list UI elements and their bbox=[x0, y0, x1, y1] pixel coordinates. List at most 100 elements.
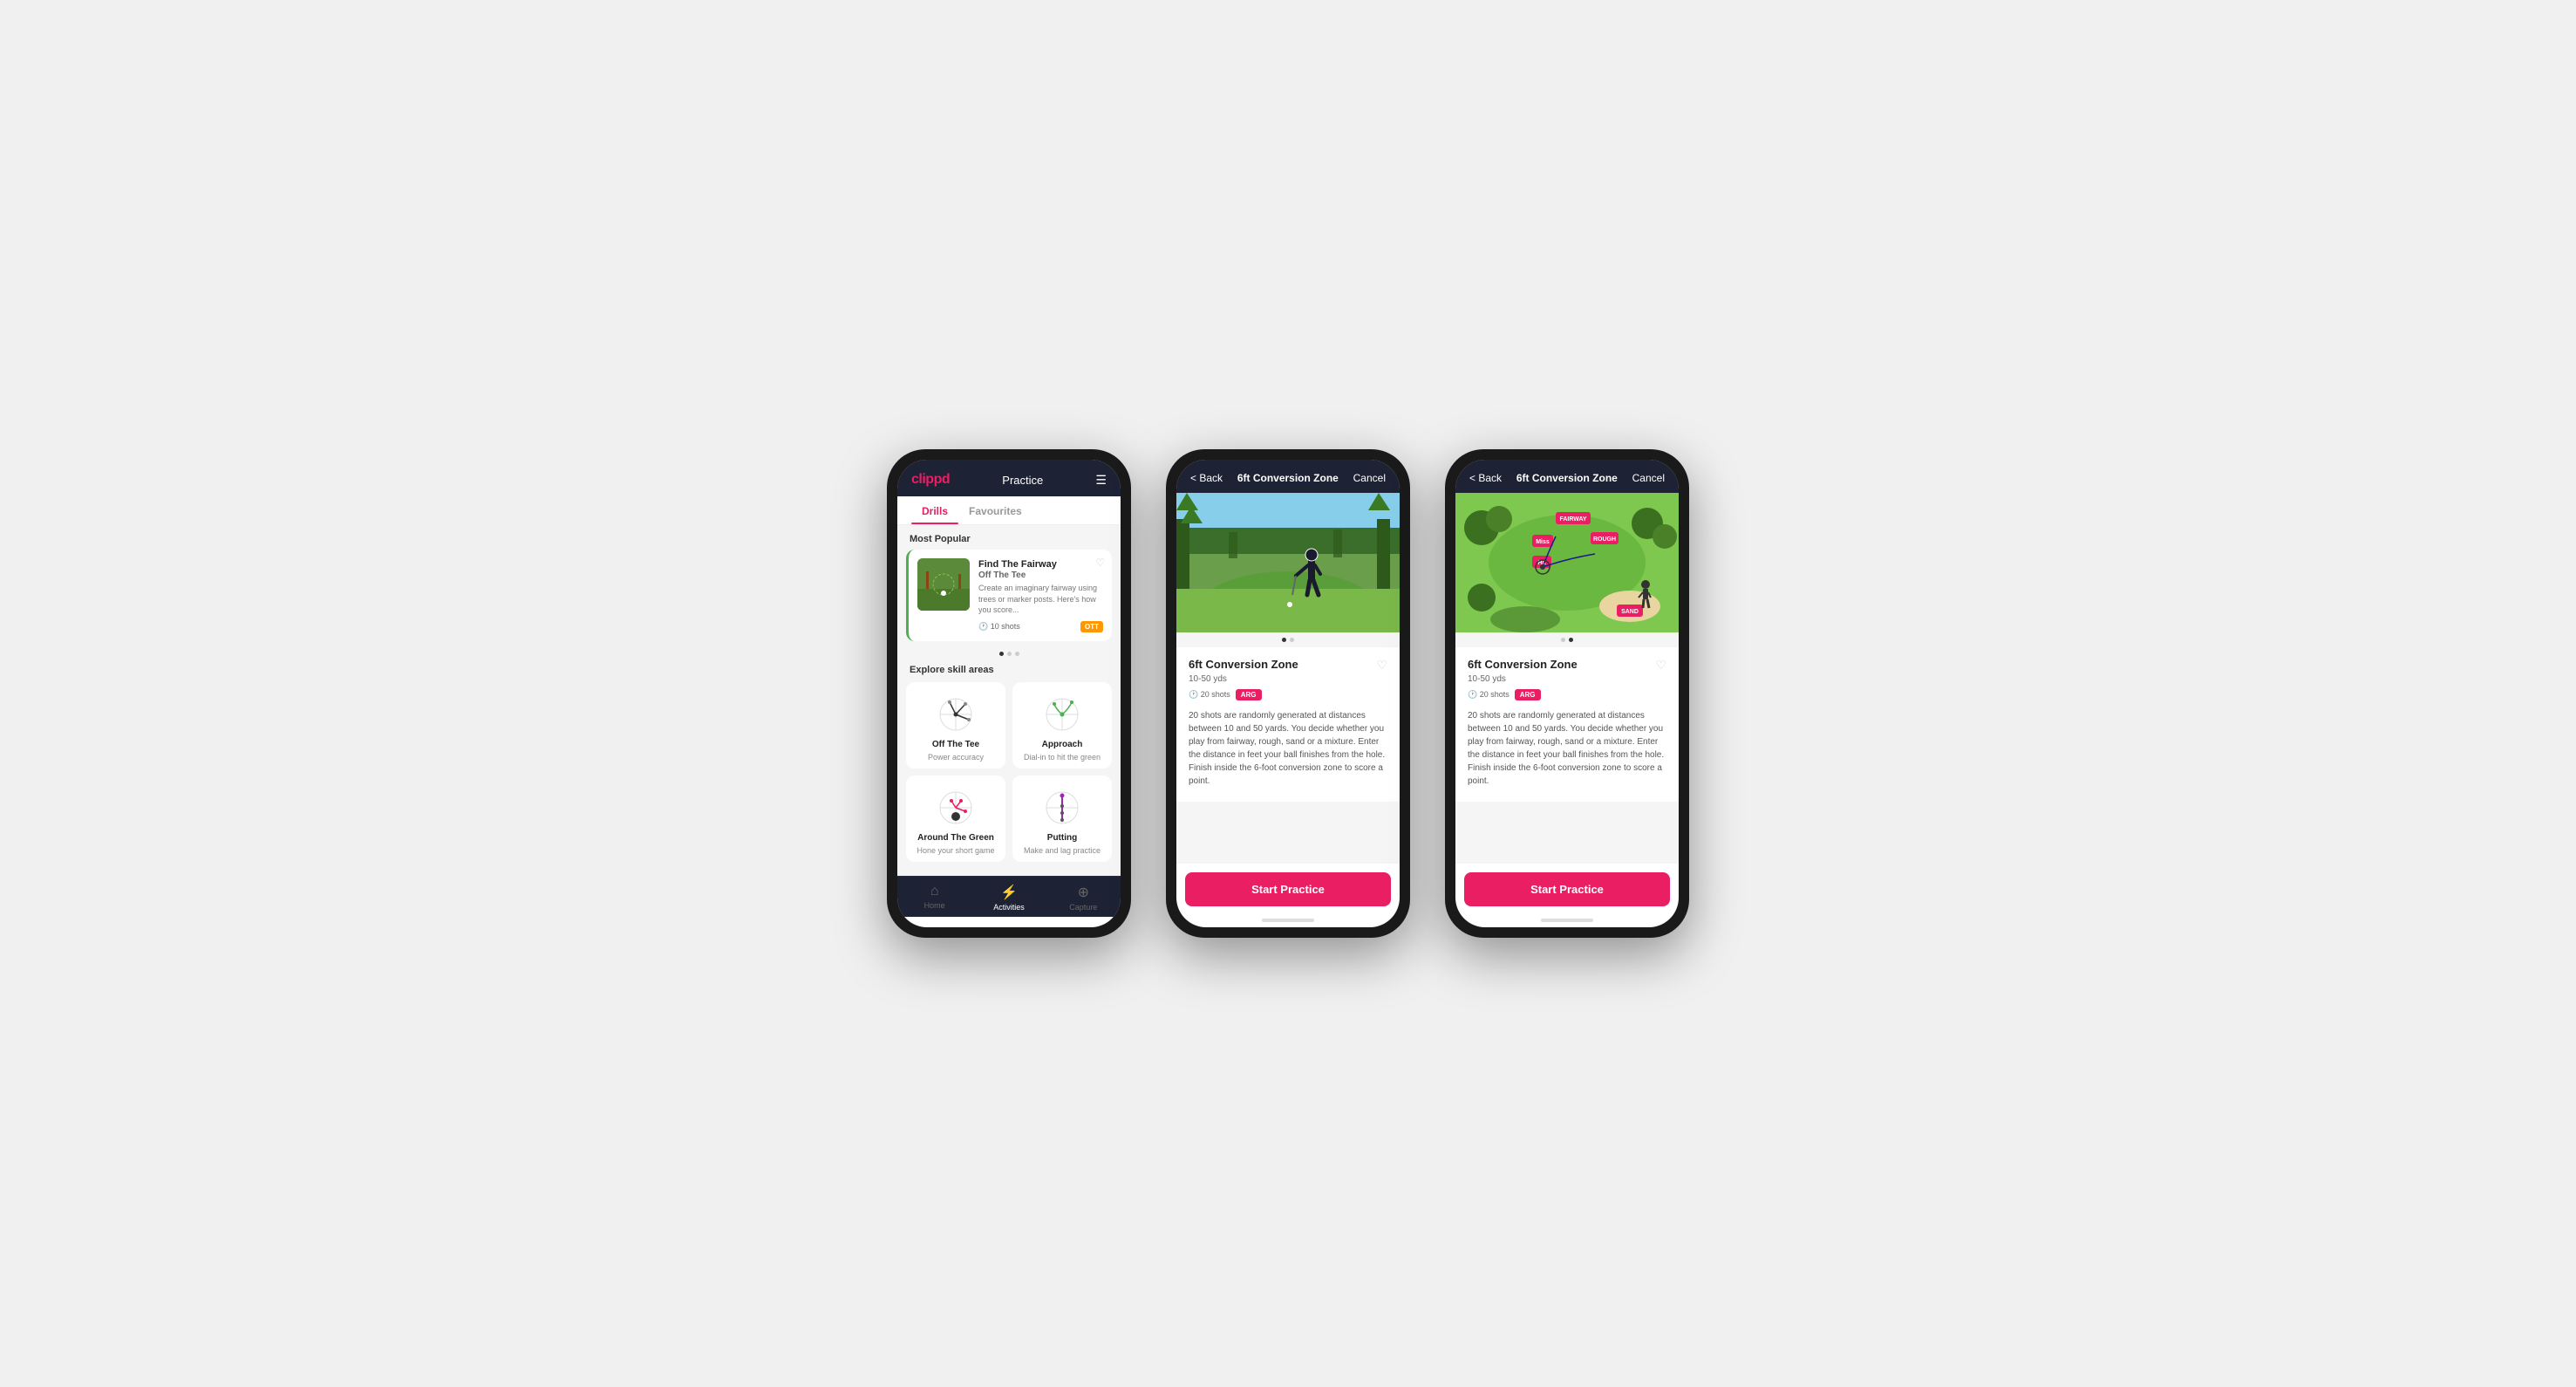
card-description: Create an imaginary fairway using trees … bbox=[978, 583, 1103, 616]
shots-row: 🕐 20 shots ARG bbox=[1189, 689, 1387, 700]
drill-header-3: 6ft Conversion Zone ♡ bbox=[1468, 658, 1666, 673]
phone1-content: Most Popular Find Th bbox=[897, 525, 1121, 876]
drill-info-3: 6ft Conversion Zone ♡ 10-50 yds 🕐 20 sho… bbox=[1455, 647, 1679, 798]
card-image bbox=[917, 558, 970, 611]
yardage-3: 10-50 yds bbox=[1468, 674, 1666, 684]
badge-arg: ARG bbox=[1236, 689, 1262, 700]
phone3-header-title: 6ft Conversion Zone bbox=[1516, 472, 1618, 484]
dot-3 bbox=[1015, 652, 1019, 656]
home-label: Home bbox=[924, 901, 945, 910]
shots-label: 🕐 20 shots bbox=[1189, 690, 1230, 700]
dot-1 bbox=[999, 652, 1004, 656]
map-dot-1 bbox=[1561, 638, 1565, 642]
drill-description-3: 20 shots are randomly generated at dista… bbox=[1468, 709, 1666, 788]
skill-approach-icon bbox=[1036, 693, 1088, 736]
phone-3: < Back 6ft Conversion Zone Cancel bbox=[1445, 449, 1689, 938]
skill-atg-desc: Hone your short game bbox=[917, 846, 994, 855]
skill-putting-desc: Make and lag practice bbox=[1024, 846, 1101, 855]
cancel-button-3[interactable]: Cancel bbox=[1632, 472, 1665, 484]
fav-icon-3[interactable]: ♡ bbox=[1655, 658, 1666, 673]
phone2-header-title: 6ft Conversion Zone bbox=[1237, 472, 1339, 484]
skill-ott-desc: Power accuracy bbox=[928, 753, 984, 762]
back-button-3[interactable]: < Back bbox=[1469, 472, 1502, 484]
nav-capture[interactable]: ⊕ Capture bbox=[1046, 877, 1121, 917]
skills-grid: Off The Tee Power accuracy bbox=[897, 682, 1121, 871]
skill-putting-name: Putting bbox=[1047, 833, 1077, 843]
skill-putting-icon bbox=[1036, 786, 1088, 830]
img-dot-1 bbox=[1282, 638, 1286, 642]
tab-favourites[interactable]: Favourites bbox=[958, 496, 1032, 524]
svg-text:Miss: Miss bbox=[1536, 539, 1550, 545]
drill-info: 6ft Conversion Zone ♡ 10-50 yds 🕐 20 sho… bbox=[1176, 647, 1400, 798]
phone1-header: clippd Practice ☰ bbox=[897, 460, 1121, 496]
menu-icon[interactable]: ☰ bbox=[1095, 473, 1107, 488]
skill-atg[interactable]: Around The Green Hone your short game bbox=[906, 775, 1005, 862]
skill-putting[interactable]: Putting Make and lag practice bbox=[1012, 775, 1112, 862]
home-icon: ⌂ bbox=[930, 884, 939, 899]
map-dot-2 bbox=[1569, 638, 1573, 642]
tabs-bar: Drills Favourites bbox=[897, 496, 1121, 525]
fav-icon[interactable]: ♡ bbox=[1376, 658, 1387, 673]
capture-icon: ⊕ bbox=[1078, 884, 1089, 901]
skill-approach[interactable]: Approach Dial-in to hit the green bbox=[1012, 682, 1112, 769]
activities-label: Activities bbox=[993, 903, 1025, 912]
image-dots bbox=[1176, 632, 1400, 647]
header-title: Practice bbox=[1002, 474, 1043, 487]
skill-ott-name: Off The Tee bbox=[932, 740, 979, 749]
phone-1-screen: clippd Practice ☰ Drills Favourites Most… bbox=[897, 460, 1121, 927]
drill-description: 20 shots are randomly generated at dista… bbox=[1189, 709, 1387, 788]
phone-3-screen: < Back 6ft Conversion Zone Cancel bbox=[1455, 460, 1679, 927]
phone3-header: < Back 6ft Conversion Zone Cancel bbox=[1455, 460, 1679, 493]
phone-2: < Back 6ft Conversion Zone Cancel bbox=[1166, 449, 1410, 938]
hero-map: FAIRWAY ROUGH Miss Hit SAND bbox=[1455, 493, 1679, 632]
shots-label-3: 🕐 20 shots bbox=[1468, 690, 1509, 700]
carousel-dots bbox=[897, 648, 1121, 661]
capture-label: Capture bbox=[1069, 903, 1097, 912]
card-title: Find The Fairway bbox=[978, 558, 1103, 571]
home-indicator-2 bbox=[1262, 919, 1314, 922]
card-shots: 🕐 10 shots bbox=[978, 622, 1020, 632]
yardage: 10-50 yds bbox=[1189, 674, 1387, 684]
dot-2 bbox=[1007, 652, 1012, 656]
drill-title-3: 6ft Conversion Zone bbox=[1468, 658, 1578, 671]
hero-image bbox=[1176, 493, 1400, 632]
drill-title: 6ft Conversion Zone bbox=[1189, 658, 1298, 671]
start-practice-button[interactable]: Start Practice bbox=[1185, 872, 1391, 906]
bottom-nav: ⌂ Home ⚡ Activities ⊕ Capture bbox=[897, 876, 1121, 917]
most-popular-label: Most Popular bbox=[897, 525, 1121, 550]
phone-2-screen: < Back 6ft Conversion Zone Cancel bbox=[1176, 460, 1400, 927]
favourite-icon[interactable]: ♡ bbox=[1095, 557, 1105, 569]
card-body: Find The Fairway Off The Tee Create an i… bbox=[978, 558, 1103, 632]
card-footer: 🕐 10 shots OTT bbox=[978, 621, 1103, 632]
map-dots bbox=[1455, 632, 1679, 647]
skill-approach-desc: Dial-in to hit the green bbox=[1024, 753, 1101, 762]
phone-1: clippd Practice ☰ Drills Favourites Most… bbox=[887, 449, 1131, 938]
skill-atg-icon bbox=[930, 786, 982, 830]
app-logo: clippd bbox=[911, 472, 950, 488]
home-indicator bbox=[983, 920, 1035, 924]
card-subtitle: Off The Tee bbox=[978, 571, 1103, 580]
shots-row-3: 🕐 20 shots ARG bbox=[1468, 689, 1666, 700]
phones-container: clippd Practice ☰ Drills Favourites Most… bbox=[887, 449, 1689, 938]
start-practice-button-3[interactable]: Start Practice bbox=[1464, 872, 1670, 906]
svg-text:ROUGH: ROUGH bbox=[1593, 536, 1616, 543]
back-button[interactable]: < Back bbox=[1190, 472, 1223, 484]
explore-label: Explore skill areas bbox=[897, 661, 1121, 682]
skill-ott-icon bbox=[930, 693, 982, 736]
nav-activities[interactable]: ⚡ Activities bbox=[971, 877, 1046, 917]
skill-off-tee[interactable]: Off The Tee Power accuracy bbox=[906, 682, 1005, 769]
img-dot-2 bbox=[1290, 638, 1294, 642]
featured-drill-card[interactable]: Find The Fairway Off The Tee Create an i… bbox=[906, 550, 1112, 641]
skill-atg-name: Around The Green bbox=[917, 833, 994, 843]
badge-ott: OTT bbox=[1080, 621, 1103, 632]
svg-text:SAND: SAND bbox=[1621, 609, 1639, 615]
skill-approach-name: Approach bbox=[1042, 740, 1083, 749]
phone2-header: < Back 6ft Conversion Zone Cancel bbox=[1176, 460, 1400, 493]
nav-home[interactable]: ⌂ Home bbox=[897, 877, 971, 917]
drill-header: 6ft Conversion Zone ♡ bbox=[1189, 658, 1387, 673]
tab-drills[interactable]: Drills bbox=[911, 496, 958, 524]
activities-icon: ⚡ bbox=[1000, 884, 1018, 901]
home-indicator-3 bbox=[1541, 919, 1593, 922]
cancel-button[interactable]: Cancel bbox=[1353, 472, 1386, 484]
badge-arg-3: ARG bbox=[1515, 689, 1541, 700]
